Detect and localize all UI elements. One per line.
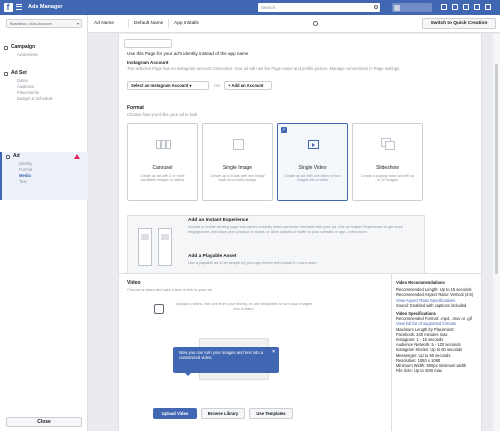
video-title: Video [127,280,141,286]
format-slideshow[interactable]: Slideshow Create a looping video ad with… [352,123,423,201]
specs-divider [391,274,392,431]
add-account-label: Add an Account [231,83,264,88]
format-single-image[interactable]: Single Image Create up to 6 ads with one… [202,123,273,201]
settings-icon[interactable] [474,4,480,10]
image-icon [231,138,246,152]
search-placeholder: Search [261,5,276,10]
sidebar-head-ad[interactable]: Ad [2,152,88,161]
format-slideshow-label: Slideshow [376,165,399,171]
sidebar-adset-label: Ad Set [11,70,27,76]
close-button[interactable]: Close [6,417,82,427]
bookmark-icon[interactable] [463,4,469,10]
notifications-icon[interactable] [441,4,447,10]
breadcrumb-divider [168,19,169,28]
format-single-video[interactable]: ✓ Single Video Create an ad with one vid… [277,123,348,201]
breadcrumb-divider [128,19,129,28]
instagram-account-select[interactable]: Select an Instagram Account ▾ [127,81,209,90]
instant-experience-panel: Add an Instant Experience Include a mobi… [127,215,425,279]
rec-aspect: Recommended Aspect Ratio: Vertical (4:5) [396,292,474,298]
format-carousel-desc: Create an ad with 2 or more scrollable i… [140,174,185,183]
instagram-account-select-value: Select an Instagram Account [131,83,189,88]
sidebar-item-text[interactable]: Text [2,179,88,185]
or-label: OR [214,83,220,88]
page-selector[interactable] [124,39,172,48]
instant-experience-desc: Include a mobile landing page that opens… [188,225,403,234]
sidebar-group-adset: Ad Set Dates Audience Placements Budget … [0,69,88,102]
use-templates-button[interactable]: Use Templates [249,408,293,419]
sidebar-item-awareness[interactable]: Awareness [0,52,88,58]
playable-asset-desc: Use a playable ad to let people try your… [188,261,318,265]
sidebar-item-budget[interactable]: Budget & Schedule [0,96,88,102]
sidebar-head-campaign[interactable]: Campaign [0,43,88,52]
warning-icon [74,154,80,159]
app-title[interactable]: Ads Manager [28,4,63,10]
video-specs-panel: Video Recommendations Recommended Length… [396,280,478,373]
recommendations-title: Video Recommendations [396,280,445,285]
add-account-button[interactable]: + Add an Account [224,81,272,90]
upload-video-button[interactable]: Upload Video [153,408,197,419]
top-bar: Ads Manager Search [0,0,500,15]
breadcrumb-campaign-label: Ad Name [94,21,114,26]
format-title: Format [127,105,144,111]
sidebar-campaign-label: Campaign [11,44,36,50]
format-single-video-desc: Create an ad with one video or turn imag… [284,174,341,183]
templates-tooltip: Now you can turn your images and text in… [173,347,279,376]
sidebar-group-ad: Ad Identity Format Media Text [0,152,88,200]
grid-icon [4,71,8,76]
browse-library-button[interactable]: Browse Library [201,408,245,419]
format-single-image-label: Single Image [222,165,253,171]
format-single-video-label: Single Video [298,165,327,171]
help-icon[interactable] [452,4,458,10]
breadcrumb-campaign[interactable]: Ad Name [94,19,114,28]
instagram-label: Instagram Account [127,60,169,65]
breadcrumb-ad[interactable]: App Installs [174,19,199,28]
account-selector[interactable]: Business • Ads Account [6,19,82,28]
identity-format-card: Use this Page for your ad's identity ins… [118,34,482,290]
gear-icon[interactable] [313,21,318,26]
scrollbar-thumb[interactable] [495,64,498,274]
format-single-image-desc: Create up to 6 ads with one image each a… [210,174,265,183]
instagram-note: The selected Page has no Instagram accou… [127,66,401,71]
breadcrumb-adset-label: Default Name [134,21,164,26]
format-carousel-label: Carousel [152,165,173,171]
breadcrumb-adset[interactable]: Default Name [134,19,163,28]
tooltip-text: Now you can turn your images and text in… [179,350,264,361]
instant-experience-title[interactable]: Add an Instant Experience [188,218,248,223]
rec-sound: Sound: Enabled with captions included [396,302,467,308]
slideshow-icon [381,138,396,152]
upload-hint: Upload a video, use one from your librar… [175,301,313,311]
left-sidebar: Business • Ads Account Campaign Awarenes… [0,15,88,431]
scrollbar[interactable] [493,34,500,431]
facebook-logo[interactable] [4,2,13,12]
search-input[interactable]: Search [258,3,380,12]
spec-file-size: File Size: Up to 4GB max [396,368,442,374]
instant-experience-illustration [136,226,176,270]
breadcrumb: Ad Name Default Name App Installs Switch… [88,15,500,33]
breadcrumb-ad-label: App Installs [174,21,199,26]
user-icon[interactable] [485,4,491,10]
upload-video-icon [154,304,164,314]
close-icon[interactable]: × [272,349,275,355]
checkmark-icon: ✓ [281,127,287,133]
sidebar-head-adset[interactable]: Ad Set [0,69,88,78]
format-subtitle: Choose how you'd like your ad to look [127,112,198,117]
sidebar-group-campaign: Campaign Awareness [0,43,88,58]
folder-icon [4,45,8,50]
carousel-icon [156,138,171,152]
account-switcher[interactable] [392,3,432,12]
main-content: Use this Page for your ad's identity ins… [88,34,492,431]
quick-creation-button[interactable]: Switch to Quick Creation [422,18,496,29]
sidebar-ad-label: Ad [13,153,20,159]
format-slideshow-desc: Create a looping video ad with up to 10 … [360,174,415,183]
playable-asset-title[interactable]: Add a Playable Asset [188,254,236,259]
ad-icon [6,154,10,159]
video-subtitle: Choose a video and add a text or link to… [127,287,212,292]
page-identity-note: Use this Page for your ad's identity ins… [127,51,249,56]
search-icon [374,5,378,9]
hamburger-menu-icon[interactable] [16,4,22,10]
video-icon [306,138,321,152]
format-carousel[interactable]: Carousel Create an ad with 2 or more scr… [127,123,198,201]
